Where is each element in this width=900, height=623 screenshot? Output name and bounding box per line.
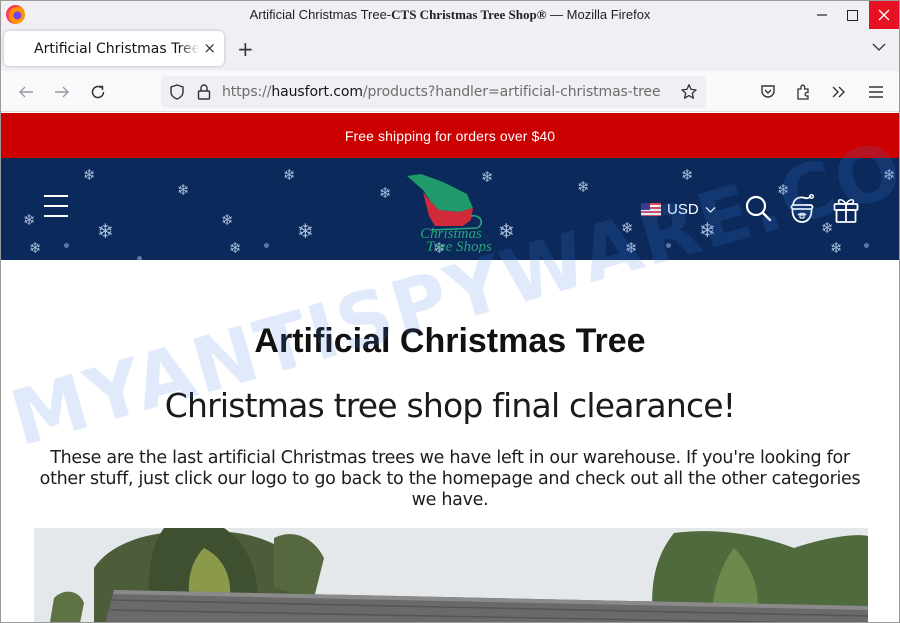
- snowflake-icon: ❄: [621, 219, 634, 237]
- chevron-double-right-icon: [832, 86, 845, 98]
- page-title: Artificial Christmas Tree: [254, 322, 646, 360]
- snowflake-icon: ❄: [681, 166, 694, 184]
- page-subtitle: Christmas tree shop final clearance!: [164, 386, 736, 425]
- logo-text-line2: Tree Shops: [426, 239, 492, 253]
- snow-dot: [264, 243, 269, 248]
- window-title-app: — Mozilla Firefox: [546, 7, 651, 22]
- tab-close-icon[interactable]: ×: [203, 39, 216, 57]
- logo-tree-shape: [407, 174, 473, 212]
- minimize-icon: [817, 14, 827, 16]
- snowflake-icon: ❄: [625, 239, 638, 257]
- snowflake-icon: ❄: [379, 184, 392, 202]
- reload-button[interactable]: [88, 82, 108, 102]
- navigation-bar: https://hausfort.com/products?handler=ar…: [1, 71, 899, 112]
- window-title: Artificial Christmas Tree-CTS Christmas …: [1, 7, 899, 23]
- puzzle-icon: [797, 84, 809, 100]
- snowflake-icon: ❄: [577, 178, 590, 196]
- window-title-site: CTS Christmas Tree Shop®: [391, 7, 547, 22]
- hamburger-line: [44, 205, 68, 207]
- extensions-button[interactable]: [794, 82, 814, 102]
- url-path: /products?handler=artificial-christmas-t…: [362, 84, 661, 100]
- snowflake-icon: ❄: [97, 219, 114, 243]
- minimize-button[interactable]: [807, 1, 837, 29]
- free-shipping-banner: Free shipping for orders over $40: [1, 113, 899, 158]
- us-flag-icon: [641, 203, 661, 216]
- pocket-button[interactable]: [758, 82, 778, 102]
- snowflake-icon: ❄: [83, 166, 96, 184]
- app-menu-button[interactable]: [866, 82, 886, 102]
- close-window-button[interactable]: [869, 1, 899, 29]
- tab-active[interactable]: Artificial Christmas Tree-CTS Christmas …: [4, 31, 224, 66]
- snowflake-icon: ❄: [699, 218, 716, 242]
- gift-cart-icon[interactable]: [832, 194, 860, 224]
- snowflake-icon: ❄: [177, 181, 190, 199]
- page-content: Artificial Christmas Tree Christmas tree…: [1, 260, 899, 622]
- title-bar: Artificial Christmas Tree-CTS Christmas …: [1, 1, 899, 29]
- lock-icon[interactable]: [196, 83, 212, 101]
- snowflake-icon: ❄: [297, 219, 314, 243]
- search-icon[interactable]: [744, 194, 772, 224]
- snow-dot: [864, 243, 869, 248]
- snowflake-icon: ❄: [830, 239, 843, 257]
- tab-title: Artificial Christmas Tree-CTS Christmas …: [34, 41, 199, 57]
- snowflake-icon: ❄: [221, 211, 234, 229]
- site-header: ❄ ❄ ❄ ❄ ❄ ❄ ❄ ❄ ❄ ❄ ❄ ❄ ❄ ❄ ❄ ❄ ❄ ❄ ❄ ❄ …: [1, 158, 899, 260]
- snowflake-icon: ❄: [283, 166, 296, 184]
- back-button[interactable]: [16, 82, 36, 102]
- hero-image: [34, 528, 868, 622]
- browser-window: Artificial Christmas Tree-CTS Christmas …: [0, 0, 900, 623]
- maximize-button[interactable]: [837, 1, 867, 29]
- christmas-tree-shops-logo[interactable]: Christmas Tree Shops: [401, 168, 501, 253]
- shield-icon[interactable]: [168, 83, 186, 101]
- snow-dot: [666, 243, 671, 248]
- hamburger-menu-icon: [869, 86, 883, 98]
- snow-dot: [64, 243, 69, 248]
- window-title-main: Artificial Christmas Tree-: [249, 7, 392, 22]
- chevron-down-icon: [705, 206, 716, 213]
- hamburger-line: [44, 215, 68, 217]
- url-host: hausfort.com: [271, 84, 363, 100]
- page-description: These are the last artificial Christmas …: [39, 448, 861, 510]
- url-scheme: https://: [222, 84, 272, 100]
- snowflake-icon: ❄: [883, 166, 896, 184]
- more-tools-button[interactable]: [829, 82, 849, 102]
- reload-icon: [91, 85, 105, 99]
- tab-bar: Artificial Christmas Tree-CTS Christmas …: [1, 29, 899, 71]
- currency-selector[interactable]: USD: [641, 201, 716, 218]
- hamburger-line: [44, 195, 68, 197]
- list-all-tabs-chevron-down-icon[interactable]: [871, 39, 887, 55]
- url-bar[interactable]: https://hausfort.com/products?handler=ar…: [161, 76, 706, 108]
- site-menu-button[interactable]: [44, 195, 68, 219]
- santa-account-icon[interactable]: [788, 194, 816, 224]
- snowflake-icon: ❄: [23, 211, 36, 229]
- snowflake-icon: ❄: [229, 239, 242, 257]
- pocket-icon: [761, 85, 775, 98]
- forward-button[interactable]: [52, 82, 72, 102]
- close-icon: [878, 9, 890, 21]
- snowflake-icon: ❄: [29, 239, 42, 257]
- currency-label: USD: [667, 201, 699, 218]
- free-shipping-text: Free shipping for orders over $40: [344, 127, 556, 144]
- url-text[interactable]: https://hausfort.com/products?handler=ar…: [222, 84, 661, 100]
- new-tab-button[interactable]: +: [237, 37, 254, 61]
- arrow-right-icon: [55, 86, 69, 98]
- arrow-left-icon: [19, 86, 33, 98]
- maximize-icon: [846, 9, 858, 21]
- bookmark-star-icon[interactable]: [680, 83, 698, 101]
